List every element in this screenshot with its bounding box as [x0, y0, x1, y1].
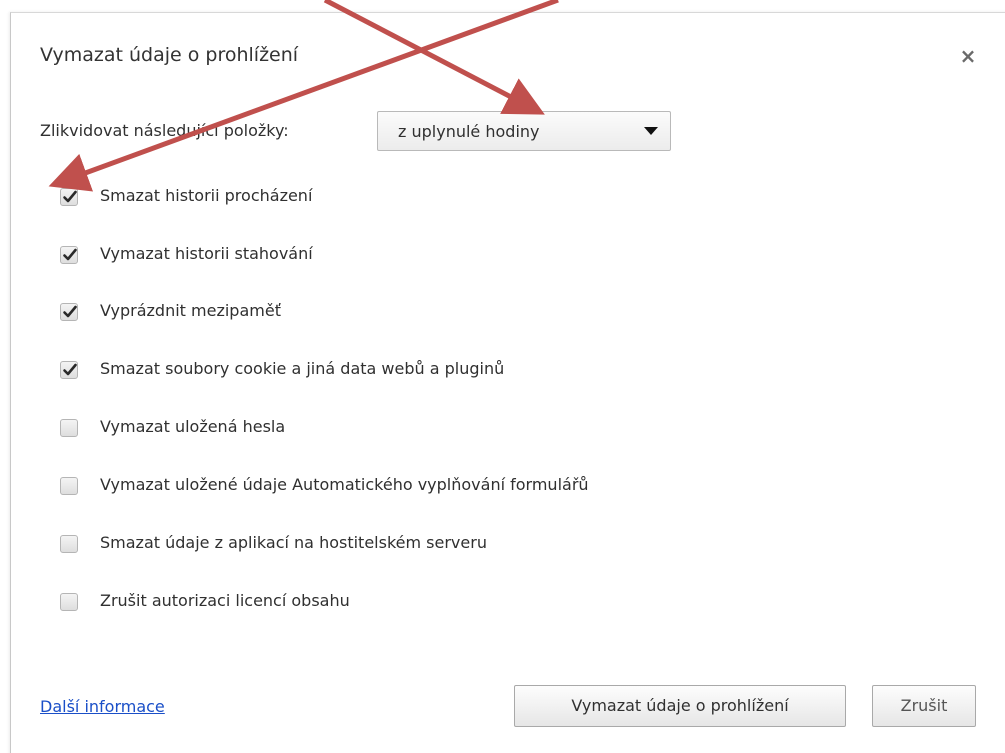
- more-info-link[interactable]: Další informace: [40, 697, 165, 716]
- option-label: Smazat historii procházení: [100, 186, 313, 205]
- option-label: Vymazat uložené údaje Automatického vypl…: [100, 475, 589, 494]
- option-label: Smazat údaje z aplikací na hostitelském …: [100, 533, 487, 552]
- option-label: Zrušit autorizaci licencí obsahu: [100, 591, 350, 610]
- option-label: Vymazat uložená hesla: [100, 417, 286, 436]
- dialog-title: Vymazat údaje o prohlížení: [40, 44, 299, 66]
- check-icon: [63, 190, 77, 203]
- checkbox[interactable]: [60, 361, 78, 379]
- checkbox[interactable]: [60, 477, 78, 495]
- checkbox[interactable]: [60, 419, 78, 437]
- close-icon[interactable]: ×: [956, 44, 980, 68]
- checkbox[interactable]: [60, 188, 78, 206]
- checkbox[interactable]: [60, 593, 78, 611]
- check-icon: [63, 248, 77, 261]
- option-label: Vyprázdnit mezipaměť: [100, 301, 281, 320]
- option-label: Smazat soubory cookie a jiná data webů a…: [100, 359, 505, 378]
- screen: Vymazat údaje o prohlížení × Zlikvidovat…: [0, 0, 1005, 753]
- checkbox[interactable]: [60, 303, 78, 321]
- check-icon: [63, 363, 77, 376]
- time-range-label: Zlikvidovat následující položky:: [40, 121, 289, 140]
- chevron-down-icon: [644, 127, 658, 135]
- cancel-button[interactable]: Zrušit: [872, 685, 976, 727]
- option-label: Vymazat historii stahování: [100, 244, 313, 263]
- checkbox[interactable]: [60, 246, 78, 264]
- checkbox[interactable]: [60, 535, 78, 553]
- time-range-select[interactable]: z uplynulé hodiny: [377, 111, 671, 151]
- time-range-value: z uplynulé hodiny: [398, 122, 540, 141]
- clear-browsing-data-button[interactable]: Vymazat údaje o prohlížení: [514, 685, 846, 727]
- check-icon: [63, 305, 77, 318]
